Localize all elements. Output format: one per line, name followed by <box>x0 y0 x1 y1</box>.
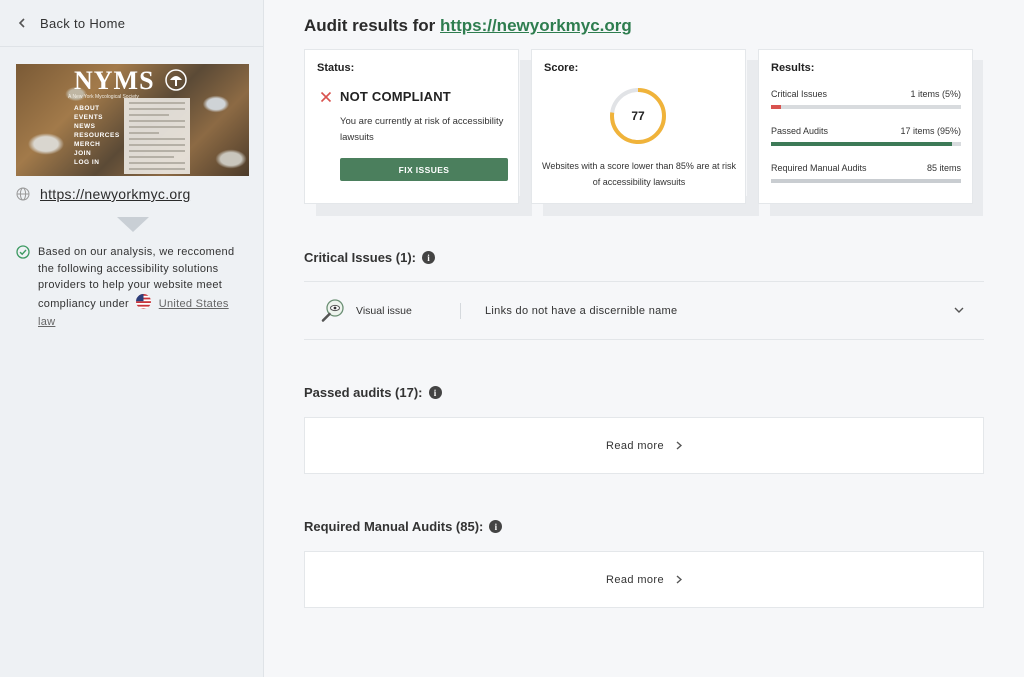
score-value: 77 <box>631 109 645 123</box>
recommendation-block: Based on our analysis, we reccomend the … <box>16 244 248 331</box>
divider <box>460 302 461 319</box>
site-url-row: https://newyorkmyc.org <box>16 186 191 202</box>
critical-issues-heading: Critical Issues (1): i <box>304 250 435 265</box>
preview-menu-item: EVENTS <box>74 114 104 121</box>
preview-menu-item: NEWS <box>74 123 96 130</box>
preview-mushroom-icon <box>165 69 187 91</box>
results-card-title: Results: <box>771 62 815 74</box>
status-row: NOT COMPLIANT <box>320 89 451 104</box>
passed-audits-read-more-button[interactable]: Read more <box>304 417 984 474</box>
score-card-title: Score: <box>544 62 579 74</box>
manual-audits-heading-text: Required Manual Audits (85): <box>304 519 484 534</box>
issue-type: Visual issue <box>356 304 412 317</box>
preview-logo: NYMS <box>74 66 155 95</box>
website-preview-thumbnail: NYMS A New York Mycological Society ABOU… <box>16 64 249 176</box>
status-value: NOT COMPLIANT <box>340 89 451 104</box>
read-more-label: Read more <box>605 573 664 586</box>
preview-menu-item: MERCH <box>74 141 101 148</box>
manual-audits-heading: Required Manual Audits (85): i <box>304 519 503 534</box>
site-url-link[interactable]: https://newyorkmyc.org <box>40 186 191 202</box>
result-bar-fill <box>771 179 961 183</box>
result-label: Passed Audits <box>771 126 829 136</box>
page-title: Audit results for https://newyorkmyc.org <box>304 16 632 36</box>
score-description: Websites with a score lower than 85% are… <box>542 161 736 187</box>
chevron-right-icon <box>676 575 682 584</box>
sidebar: Back to Home NYMS A New York Mycological… <box>0 0 264 677</box>
preview-content-panel <box>124 98 190 174</box>
result-bar <box>771 142 961 146</box>
us-flag-icon <box>136 293 152 315</box>
magnifier-eye-icon <box>320 298 346 324</box>
preview-menu-item: LOG IN <box>74 159 100 166</box>
result-label: Required Manual Audits <box>771 163 867 173</box>
issue-name: Links do not have a discernible name <box>485 304 678 317</box>
preview-menu: ABOUT EVENTS NEWS RESOURCES MERCH JOIN L… <box>74 104 120 167</box>
fix-issues-button[interactable]: FIX ISSUES <box>340 158 508 181</box>
preview-menu-item: JOIN <box>74 150 92 157</box>
chevron-right-icon <box>676 441 682 450</box>
passed-audits-heading-text: Passed audits (17): <box>304 385 423 400</box>
manual-audits-read-more-button[interactable]: Read more <box>304 551 984 608</box>
title-prefix: Audit results for <box>304 16 436 35</box>
critical-issues-heading-text: Critical Issues (1): <box>304 250 416 265</box>
chevron-down-icon[interactable] <box>954 307 964 314</box>
result-row-manual: Required Manual Audits 85 items <box>771 163 961 183</box>
status-card: Status: NOT COMPLIANT You are currently … <box>304 49 519 204</box>
info-icon[interactable]: i <box>422 251 435 264</box>
result-bar-fill <box>771 105 781 109</box>
title-url-link[interactable]: https://newyorkmyc.org <box>440 16 632 35</box>
result-value: 85 items <box>926 163 961 173</box>
result-value: 1 items (5%) <box>910 89 961 99</box>
result-bar-fill <box>771 142 952 146</box>
info-icon[interactable]: i <box>428 386 442 399</box>
result-bar <box>771 105 961 109</box>
result-value: 17 items (95%) <box>900 126 961 136</box>
info-icon[interactable]: i <box>489 520 503 533</box>
read-more-label: Read more <box>605 439 664 452</box>
card-shadow <box>973 60 983 216</box>
close-x-icon <box>320 91 332 102</box>
score-card: Score: 77 Websites with a score lower th… <box>531 49 746 204</box>
check-circle-icon <box>16 245 30 331</box>
preview-menu-item: RESOURCES <box>74 132 120 139</box>
status-card-title: Status: <box>317 62 355 74</box>
passed-audits-heading: Passed audits (17): i <box>304 385 442 400</box>
result-row-critical: Critical Issues 1 items (5%) <box>771 89 961 109</box>
issue-row[interactable]: Visual issue Links do not have a discern… <box>304 281 984 340</box>
chevron-left-icon <box>18 18 26 28</box>
results-card: Results: Critical Issues 1 items (5%) Pas… <box>758 49 973 204</box>
result-label: Critical Issues <box>771 89 828 99</box>
back-to-home-link[interactable]: Back to Home <box>0 0 263 47</box>
pointer-triangle <box>117 217 149 232</box>
result-bar <box>771 179 961 183</box>
result-row-passed: Passed Audits 17 items (95%) <box>771 126 961 146</box>
preview-menu-item: ABOUT <box>74 105 100 112</box>
status-description: You are currently at risk of accessibili… <box>340 116 504 143</box>
back-label: Back to Home <box>40 15 126 31</box>
recommendation-text: Based on our analysis, we reccomend the … <box>38 244 248 331</box>
globe-icon <box>16 187 30 201</box>
